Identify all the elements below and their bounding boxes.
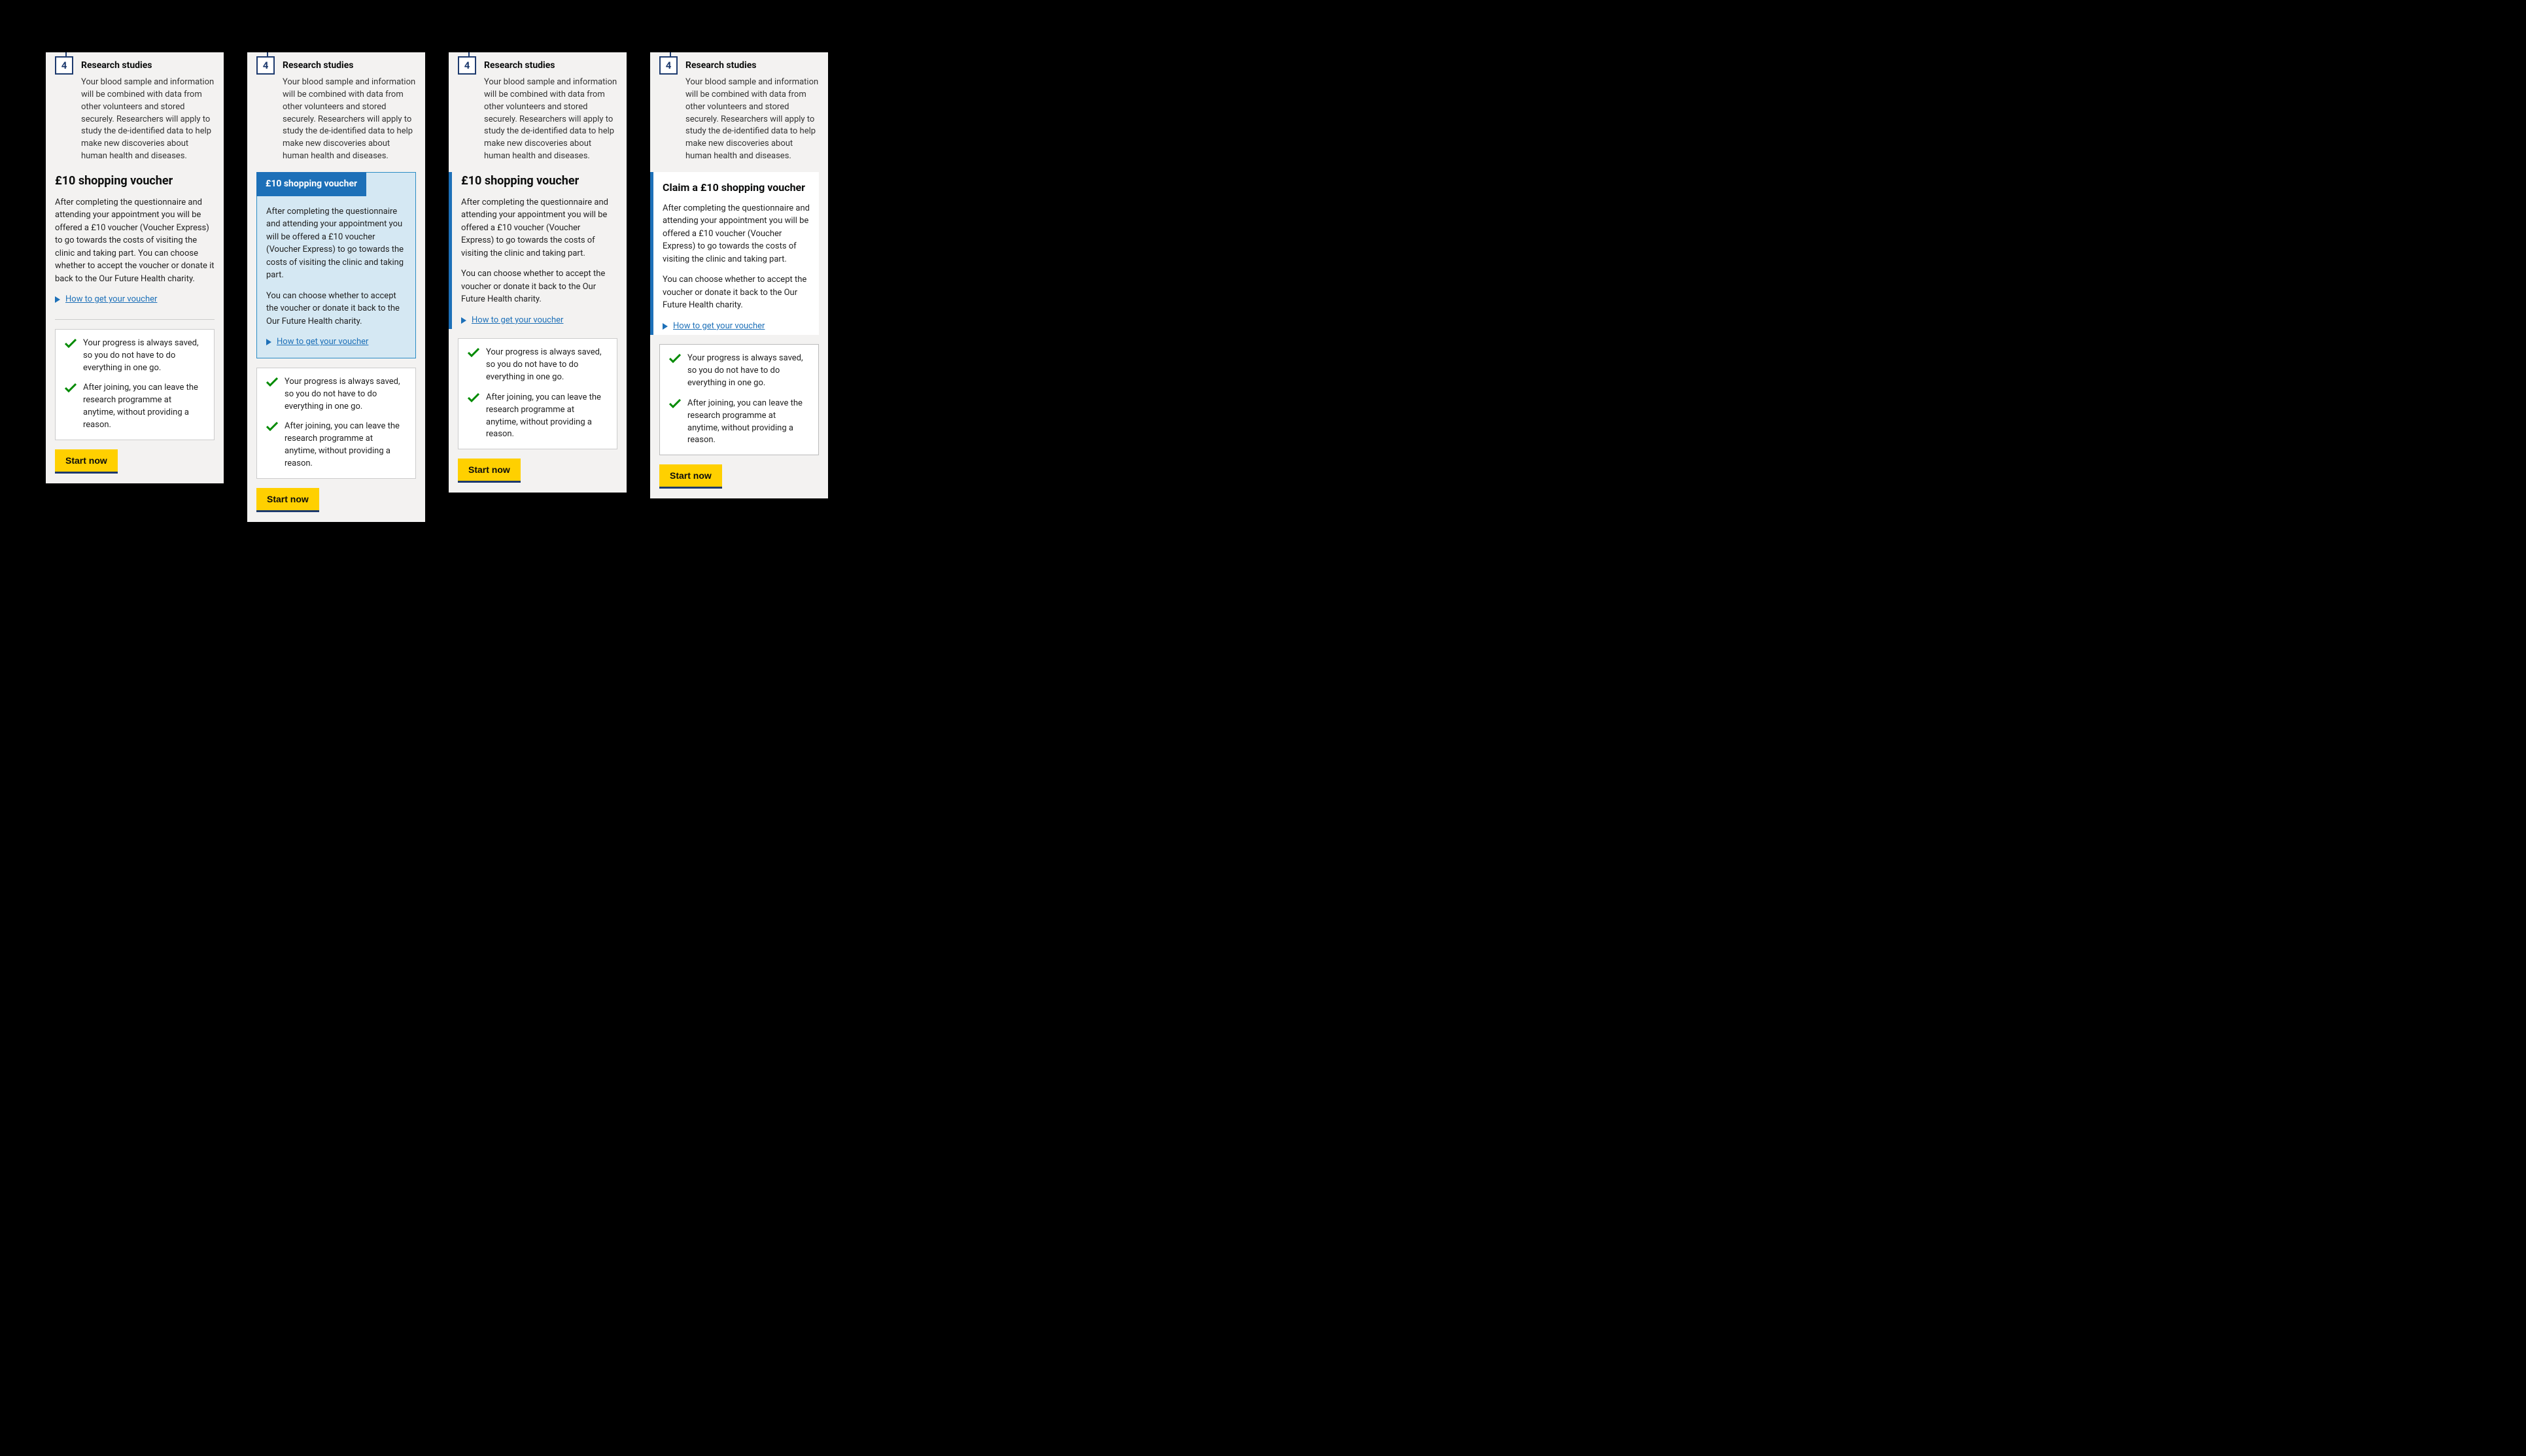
step-body: Your blood sample and information will b… bbox=[81, 77, 215, 163]
voucher-paragraph-2: You can choose whether to accept the vou… bbox=[663, 273, 810, 312]
check-icon bbox=[266, 422, 278, 431]
voucher-heading: £10 shopping voucher bbox=[55, 172, 215, 190]
step-title: Research studies bbox=[685, 59, 819, 73]
voucher-heading: £10 shopping voucher bbox=[461, 172, 608, 190]
voucher-paragraph-1: After completing the questionnaire and a… bbox=[461, 196, 608, 260]
info-box: Your progress is always saved, so you do… bbox=[55, 329, 215, 440]
info-item: Your progress is always saved, so you do… bbox=[468, 347, 608, 384]
voucher-body: After completing the questionnaire and a… bbox=[257, 196, 415, 358]
voucher-link[interactable]: How to get your voucher bbox=[472, 314, 563, 327]
variant-card-c: 4 Research studies Your blood sample and… bbox=[449, 52, 627, 493]
voucher-heading-banner: £10 shopping voucher bbox=[256, 172, 366, 196]
timeline-connector bbox=[468, 52, 470, 56]
voucher-paragraph: After completing the questionnaire and a… bbox=[55, 196, 215, 286]
voucher-link-row: How to get your voucher bbox=[461, 314, 608, 327]
info-text: Your progress is always saved, so you do… bbox=[285, 376, 406, 413]
info-item: After joining, you can leave the researc… bbox=[65, 382, 205, 431]
voucher-link-row: How to get your voucher bbox=[663, 320, 810, 333]
voucher-link-row: How to get your voucher bbox=[266, 336, 406, 349]
step-number-badge: 4 bbox=[659, 56, 678, 75]
check-icon bbox=[669, 399, 681, 408]
start-now-button[interactable]: Start now bbox=[55, 449, 118, 472]
step-title: Research studies bbox=[484, 59, 617, 73]
check-icon bbox=[65, 383, 77, 392]
step-text: Research studies Your blood sample and i… bbox=[81, 52, 215, 163]
info-item: After joining, you can leave the researc… bbox=[266, 421, 406, 470]
play-icon bbox=[266, 339, 271, 345]
play-icon bbox=[663, 323, 668, 330]
voucher-paragraph-1: After completing the questionnaire and a… bbox=[663, 202, 810, 266]
voucher-paragraph-2: You can choose whether to accept the vou… bbox=[266, 290, 406, 328]
info-text: After joining, you can leave the researc… bbox=[285, 421, 406, 470]
step-number-badge: 4 bbox=[458, 56, 476, 75]
start-now-button[interactable]: Start now bbox=[256, 488, 319, 510]
info-text: Your progress is always saved, so you do… bbox=[486, 347, 608, 384]
info-text: Your progress is always saved, so you do… bbox=[687, 353, 809, 390]
variant-card-a: 4 Research studies Your blood sample and… bbox=[46, 52, 224, 483]
step-number-badge: 4 bbox=[256, 56, 275, 75]
info-text: Your progress is always saved, so you do… bbox=[83, 338, 205, 375]
step-body: Your blood sample and information will b… bbox=[484, 77, 617, 163]
check-icon bbox=[468, 348, 479, 357]
info-item: After joining, you can leave the researc… bbox=[468, 392, 608, 441]
check-icon bbox=[669, 354, 681, 363]
variant-card-d: 4 Research studies Your blood sample and… bbox=[650, 52, 828, 498]
voucher-link[interactable]: How to get your voucher bbox=[277, 336, 368, 349]
info-text: After joining, you can leave the researc… bbox=[83, 382, 205, 431]
timeline-connector bbox=[670, 52, 671, 56]
check-icon bbox=[468, 393, 479, 402]
check-icon bbox=[266, 377, 278, 387]
voucher-link[interactable]: How to get your voucher bbox=[65, 293, 157, 306]
step-text: Research studies Your blood sample and i… bbox=[283, 52, 416, 163]
timeline-connector bbox=[65, 52, 67, 56]
step-body: Your blood sample and information will b… bbox=[283, 77, 416, 163]
info-text: After joining, you can leave the researc… bbox=[486, 392, 608, 441]
voucher-section-plain: £10 shopping voucher After completing th… bbox=[46, 163, 224, 315]
voucher-link-row: How to get your voucher bbox=[55, 293, 215, 306]
info-box: Your progress is always saved, so you do… bbox=[458, 338, 617, 449]
step-row: 4 Research studies Your blood sample and… bbox=[449, 52, 627, 163]
info-text: After joining, you can leave the researc… bbox=[687, 398, 809, 447]
start-now-button[interactable]: Start now bbox=[659, 464, 722, 487]
play-icon bbox=[55, 296, 60, 303]
info-item: Your progress is always saved, so you do… bbox=[266, 376, 406, 413]
step-title: Research studies bbox=[283, 59, 416, 73]
step-title: Research studies bbox=[81, 59, 215, 73]
step-row: 4 Research studies Your blood sample and… bbox=[247, 52, 425, 163]
voucher-section-leftbar: £10 shopping voucher After completing th… bbox=[449, 172, 617, 330]
step-row: 4 Research studies Your blood sample and… bbox=[650, 52, 828, 163]
timeline-connector bbox=[267, 52, 268, 56]
step-body: Your blood sample and information will b… bbox=[685, 77, 819, 163]
info-item: After joining, you can leave the researc… bbox=[669, 398, 809, 447]
voucher-heading: Claim a £10 shopping voucher bbox=[663, 180, 810, 196]
voucher-section-highlight: £10 shopping voucher After completing th… bbox=[256, 172, 416, 358]
check-icon bbox=[65, 339, 77, 348]
voucher-link[interactable]: How to get your voucher bbox=[673, 320, 765, 333]
info-item: Your progress is always saved, so you do… bbox=[65, 338, 205, 375]
variant-card-b: 4 Research studies Your blood sample and… bbox=[247, 52, 425, 522]
start-now-button[interactable]: Start now bbox=[458, 459, 521, 481]
play-icon bbox=[461, 317, 466, 324]
divider bbox=[55, 319, 215, 320]
step-number-badge: 4 bbox=[55, 56, 73, 75]
step-text: Research studies Your blood sample and i… bbox=[484, 52, 617, 163]
voucher-paragraph-2: You can choose whether to accept the vou… bbox=[461, 268, 608, 306]
step-row: 4 Research studies Your blood sample and… bbox=[46, 52, 224, 163]
voucher-paragraph-1: After completing the questionnaire and a… bbox=[266, 205, 406, 282]
info-box: Your progress is always saved, so you do… bbox=[256, 368, 416, 479]
step-text: Research studies Your blood sample and i… bbox=[685, 52, 819, 163]
info-item: Your progress is always saved, so you do… bbox=[669, 353, 809, 390]
voucher-section-leftbar-white: Claim a £10 shopping voucher After compl… bbox=[650, 172, 819, 336]
info-box: Your progress is always saved, so you do… bbox=[659, 344, 819, 455]
